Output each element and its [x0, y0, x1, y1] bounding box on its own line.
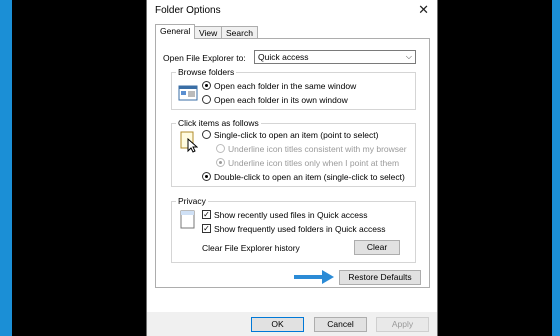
apply-button[interactable]: Apply — [376, 317, 429, 332]
left-blue-border — [0, 0, 12, 336]
click-items-group: Click items as follows Single-click to o… — [171, 118, 416, 187]
open-explorer-value: Quick access — [258, 52, 309, 62]
open-explorer-label: Open File Explorer to: — [163, 53, 246, 63]
general-tab-panel: Open File Explorer to: Quick access ⌵ Br… — [155, 38, 430, 288]
folder-window-icon — [178, 83, 198, 103]
checkbox-frequent-folders-label: Show frequently used folders in Quick ac… — [214, 224, 386, 234]
radio-button[interactable] — [202, 95, 211, 104]
radio-button[interactable] — [216, 144, 225, 153]
radio-button[interactable] — [216, 158, 225, 167]
window-title: Folder Options — [155, 5, 221, 16]
radio-double-click-label: Double-click to open an item (single-cli… — [214, 172, 405, 182]
tab-general[interactable]: General — [155, 24, 196, 39]
title-bar: Folder Options ✕ — [147, 0, 437, 22]
arrow-right-icon — [294, 270, 334, 284]
click-items-title: Click items as follows — [176, 118, 261, 128]
browse-folders-title: Browse folders — [176, 67, 237, 77]
clear-history-label: Clear File Explorer history — [202, 243, 300, 253]
open-explorer-select[interactable]: Quick access ⌵ — [254, 50, 416, 64]
radio-single-click-label: Single-click to open an item (point to s… — [214, 130, 379, 140]
document-icon — [178, 210, 198, 230]
check-icon[interactable]: ✓ — [202, 224, 211, 233]
dialog-button-bar: OK Cancel Apply — [147, 312, 437, 336]
right-blue-border — [552, 0, 560, 336]
restore-defaults-button[interactable]: Restore Defaults — [339, 270, 421, 285]
radio-underline-point-label: Underline icon titles only when I point … — [228, 158, 400, 168]
open-explorer-row: Open File Explorer to: Quick access ⌵ — [163, 50, 423, 66]
radio-own-window-label: Open each folder in its own window — [214, 95, 348, 105]
check-icon[interactable]: ✓ — [202, 210, 211, 219]
privacy-title: Privacy — [176, 196, 208, 206]
radio-button[interactable] — [202, 172, 211, 181]
folder-options-dialog: Folder Options ✕ General View Search Ope… — [146, 0, 438, 336]
pointer-document-icon — [178, 131, 199, 153]
radio-underline-browser-label: Underline icon titles consistent with my… — [228, 144, 407, 154]
checkbox-recent-files-label: Show recently used files in Quick access — [214, 210, 368, 220]
clear-button[interactable]: Clear — [354, 240, 400, 255]
chevron-down-icon: ⌵ — [405, 52, 412, 61]
cancel-button[interactable]: Cancel — [314, 317, 367, 332]
radio-button[interactable] — [202, 81, 211, 90]
close-icon[interactable]: ✕ — [418, 2, 429, 18]
ok-button[interactable]: OK — [251, 317, 304, 332]
browse-folders-group: Browse folders Open each folder in the s… — [171, 67, 416, 110]
radio-button[interactable] — [202, 130, 211, 139]
radio-same-window-label: Open each folder in the same window — [214, 81, 357, 91]
privacy-group: Privacy ✓ Show recently used files in Qu… — [171, 196, 416, 263]
